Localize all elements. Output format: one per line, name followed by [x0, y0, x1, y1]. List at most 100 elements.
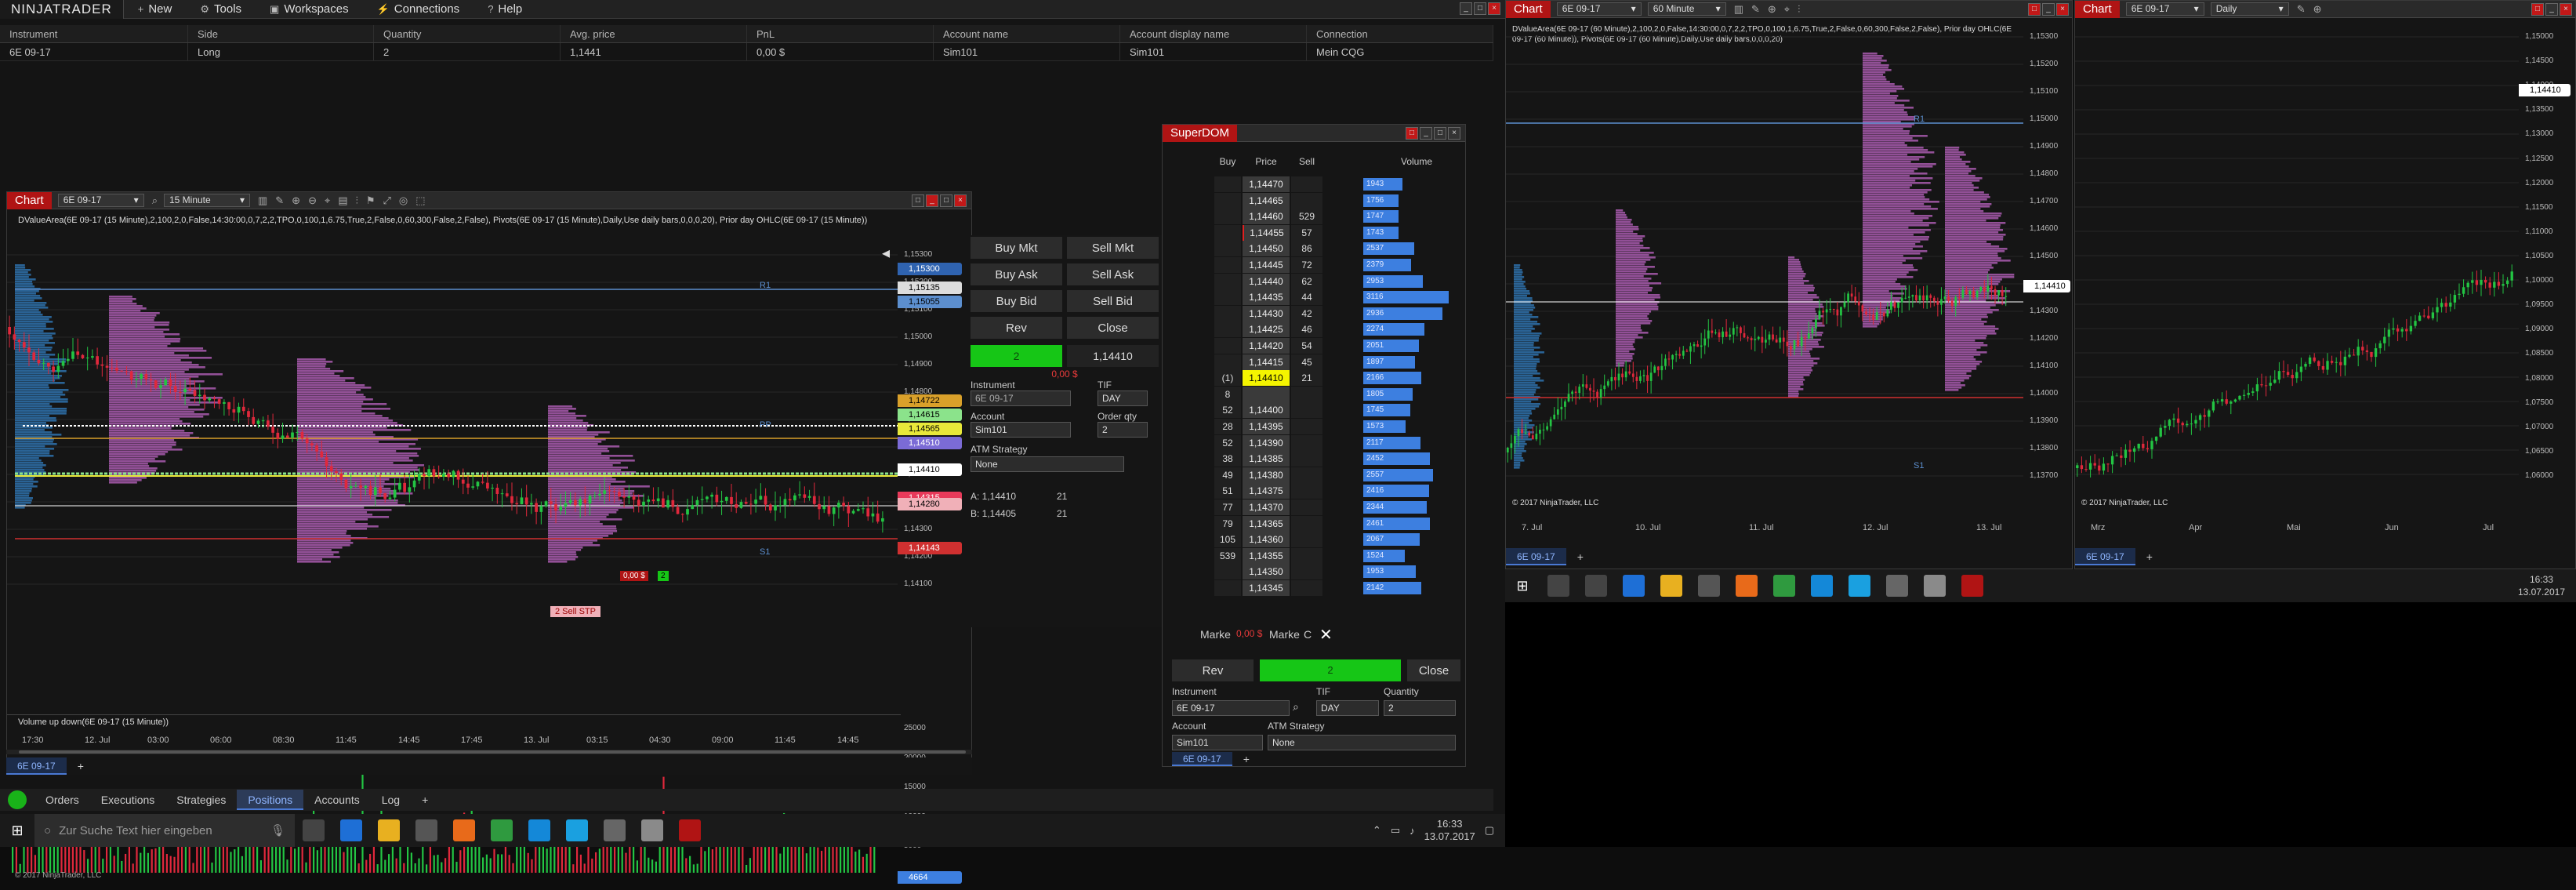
bid-size-cell[interactable] — [1214, 321, 1241, 338]
minimize-icon[interactable]: _ — [2545, 3, 2558, 16]
crosshair-icon[interactable]: ⌖ — [325, 194, 330, 207]
cancel-all-icon[interactable]: ✕ — [1319, 625, 1333, 645]
ask-size-cell[interactable]: 45 — [1291, 354, 1322, 370]
draw-tool-icon[interactable]: ✎ — [2297, 3, 2306, 16]
ask-size-cell[interactable]: 62 — [1291, 273, 1322, 289]
search-icon[interactable] — [1547, 575, 1569, 597]
ask-size-cell[interactable]: 42 — [1291, 305, 1322, 321]
ladder-row[interactable]: 1,14440 62 2953 — [1214, 273, 1473, 289]
ladder-row[interactable]: 1,14460 529 1747 — [1214, 209, 1473, 225]
ask-size-cell[interactable] — [1291, 176, 1322, 192]
strategies-icon[interactable]: ⚑ — [366, 194, 376, 207]
app-icon[interactable] — [1924, 575, 1946, 597]
chart-tab[interactable]: 6E 09-17 — [6, 757, 67, 775]
zoom-in-icon[interactable]: ⊕ — [292, 194, 300, 207]
zoom-in-icon[interactable]: ⊕ — [2313, 3, 2322, 16]
store-icon[interactable] — [415, 819, 437, 841]
ask-size-cell[interactable] — [1291, 532, 1322, 548]
draw-tool-icon[interactable]: ✎ — [275, 194, 284, 207]
minimize-icon[interactable]: _ — [2042, 3, 2055, 16]
chart2-price-axis[interactable]: 1,15300 1,15200 1,15100 1,15000 1,14900 1,148… — [2023, 29, 2073, 515]
bid-size-cell[interactable] — [1214, 192, 1241, 209]
ask-size-cell[interactable] — [1291, 547, 1322, 564]
ask-size-cell[interactable] — [1291, 451, 1322, 467]
time-axis[interactable]: 17:30 12. Jul 03:00 06:00 08:30 11:45 14:45 17:… — [6, 734, 900, 750]
menu-tools[interactable]: ⚙ Tools — [186, 0, 256, 19]
buy-bid-button[interactable]: Buy Bid — [971, 290, 1062, 312]
ladder-row[interactable]: 1,14345 2142 — [1214, 580, 1473, 596]
ask-size-cell[interactable]: 44 — [1291, 289, 1322, 306]
column-header[interactable]: Instrument — [0, 25, 188, 42]
ladder-row[interactable]: (1) 1,14410 21 2166 — [1214, 370, 1473, 387]
ladder-row[interactable]: 8 1805 — [1214, 386, 1473, 402]
add-tab-icon[interactable]: + — [2135, 548, 2164, 565]
zoom-out-icon[interactable]: ⊖ — [308, 194, 317, 207]
ladder-row[interactable]: 49 1,14380 2557 — [1214, 467, 1473, 483]
table-row[interactable]: 6E 09-17 Long 2 1,1441 0,00 $ Sim101 Sim101 Mei… — [0, 43, 1493, 61]
chart3-instrument-selector[interactable]: 6E 09-17 ▾ — [2125, 2, 2204, 16]
close-icon[interactable]: × — [2560, 3, 2572, 16]
sell-stop-order-label[interactable]: 2 Sell STP — [550, 606, 600, 617]
volume-icon[interactable]: ♪ — [1410, 825, 1415, 837]
dom-quantity-field[interactable]: 2 — [1384, 700, 1456, 716]
calculator-icon[interactable] — [604, 819, 626, 841]
bid-size-cell[interactable]: 52 — [1214, 434, 1241, 451]
store-icon[interactable] — [1698, 575, 1720, 597]
task-view-icon[interactable] — [303, 819, 325, 841]
clock-monitor-2[interactable]: 16:33 13.07.2017 — [2518, 573, 2576, 598]
ladder-row[interactable]: 1,14425 46 2274 — [1214, 321, 1473, 338]
photos-icon[interactable] — [1811, 575, 1833, 597]
indicators-icon[interactable]: ⫶ — [356, 194, 358, 207]
ask-size-cell[interactable] — [1291, 515, 1322, 532]
close-icon[interactable]: × — [954, 194, 967, 207]
sell-ask-button[interactable]: Sell Ask — [1067, 263, 1159, 285]
ask-size-cell[interactable]: 54 — [1291, 338, 1322, 354]
ask-size-cell[interactable]: 57 — [1291, 224, 1322, 241]
bid-size-cell[interactable]: 77 — [1214, 499, 1241, 515]
menu-new[interactable]: + New — [124, 0, 187, 19]
bid-size-cell[interactable]: 28 — [1214, 419, 1241, 434]
chart3-time-axis[interactable]: Mrz Apr Mai Jun Jul — [2075, 521, 2519, 536]
skype-icon[interactable] — [566, 819, 588, 841]
ladder-row[interactable]: 1,14465 1756 — [1214, 192, 1473, 209]
ladder-row[interactable]: 52 1,14400 1745 — [1214, 402, 1473, 419]
chart3-tab[interactable]: 6E 09-17 — [2075, 548, 2135, 565]
close-icon[interactable]: × — [2056, 3, 2069, 16]
menu-connections[interactable]: ⚡ Connections — [363, 0, 474, 19]
maximize-icon[interactable]: □ — [940, 194, 952, 207]
bid-size-cell[interactable] — [1214, 305, 1241, 321]
crosshair-icon[interactable]: ⌖ — [1784, 3, 1790, 16]
draw-tool-icon[interactable]: ✎ — [1751, 3, 1760, 16]
dom-rev-button[interactable]: Rev — [1172, 659, 1254, 681]
ask-size-cell[interactable] — [1291, 192, 1322, 209]
minimize-icon[interactable]: _ — [1420, 127, 1432, 140]
pin-icon[interactable]: □ — [2531, 3, 2544, 16]
instrument-field[interactable]: 6E 09-17 — [971, 391, 1071, 406]
start-icon[interactable]: ⊞ — [1505, 569, 1540, 602]
chart3-interval-selector[interactable]: Daily ▾ — [2210, 2, 2289, 16]
chart2-instrument-selector[interactable]: 6E 09-17 ▾ — [1556, 2, 1642, 16]
column-header[interactable]: Quantity — [374, 25, 561, 42]
ladder-row[interactable]: 105 1,14360 2067 — [1214, 532, 1473, 548]
tab-orders[interactable]: Orders — [34, 790, 90, 810]
tab-accounts[interactable]: Accounts — [303, 790, 371, 810]
ask-size-cell[interactable]: 46 — [1291, 321, 1322, 338]
chart-trader-icon[interactable]: ⤢ — [383, 194, 391, 207]
indicators-icon[interactable]: ⫶ — [1798, 3, 1800, 16]
ladder-row[interactable]: 1,14435 44 3116 — [1214, 289, 1473, 306]
chart2-interval-selector[interactable]: 60 Minute ▾ — [1647, 2, 1726, 16]
sell-mkt-button[interactable]: Sell Mkt — [1067, 237, 1159, 259]
search-icon[interactable]: ⌕ — [152, 194, 158, 207]
bid-size-cell[interactable] — [1214, 224, 1241, 241]
chevron-up-icon[interactable]: ⌃ — [1373, 824, 1381, 837]
ladder-row[interactable]: 1,14445 72 2379 — [1214, 257, 1473, 273]
pin-icon[interactable]: □ — [1406, 127, 1418, 140]
ask-size-cell[interactable] — [1291, 499, 1322, 515]
edge-icon[interactable] — [340, 819, 362, 841]
ask-size-cell[interactable]: 21 — [1291, 370, 1322, 387]
chrome-icon[interactable] — [491, 819, 513, 841]
maximize-icon[interactable]: □ — [1434, 127, 1446, 140]
bid-size-cell[interactable]: 105 — [1214, 532, 1241, 548]
bid-size-cell[interactable]: 52 — [1214, 402, 1241, 419]
chart2-tab[interactable]: 6E 09-17 — [1506, 548, 1566, 565]
